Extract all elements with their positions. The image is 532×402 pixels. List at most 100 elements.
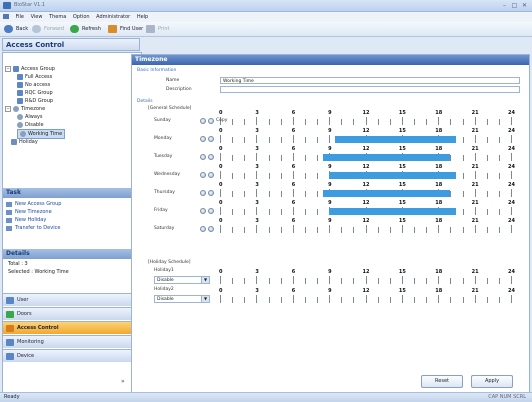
menu-option[interactable]: Option — [73, 12, 90, 22]
menu-administrator[interactable]: Administrator — [96, 12, 130, 22]
refresh-button[interactable]: Refresh — [70, 24, 101, 34]
reset-button[interactable]: Reset — [421, 375, 463, 388]
schedule-bar[interactable] — [329, 208, 457, 215]
tick-label: 18 — [435, 200, 443, 206]
paste-icon[interactable] — [208, 154, 214, 160]
timeline-track[interactable] — [220, 207, 512, 215]
tree-item-timezone[interactable]: − Timezone — [5, 105, 45, 113]
nav-doors[interactable]: Doors — [3, 307, 141, 320]
timeline-tick — [498, 191, 500, 197]
timeline-tick — [462, 191, 464, 197]
nav-device[interactable]: Device — [3, 349, 141, 362]
tree-item-disable[interactable]: Disable — [17, 121, 44, 129]
timeline-tick — [438, 225, 440, 233]
timeline-tick — [244, 227, 246, 233]
timeline-tick — [365, 295, 367, 303]
timeline-tick — [474, 171, 476, 179]
menu-view[interactable]: View — [31, 12, 43, 22]
tree-item-rd-group[interactable]: R&D Group — [17, 97, 53, 105]
copy-icon[interactable] — [200, 154, 206, 160]
timeline-track[interactable] — [220, 117, 512, 125]
tree-item-holiday[interactable]: Holiday — [11, 138, 38, 146]
holiday1-select[interactable]: Disable ▼ — [154, 276, 210, 284]
copy-icon[interactable] — [200, 118, 206, 124]
schedule-bar[interactable] — [323, 154, 451, 161]
paste-icon[interactable] — [208, 136, 214, 142]
task-new-holiday[interactable]: New Holiday — [6, 217, 46, 224]
schedule-bar[interactable] — [329, 172, 457, 179]
back-button[interactable]: Back — [4, 24, 28, 34]
window-title: BioStar V1.1 — [14, 2, 46, 8]
collapse-icon[interactable]: − — [5, 105, 11, 112]
holiday-schedule-heading: [Holiday Schedule] — [148, 260, 191, 265]
menu-help[interactable]: Help — [137, 12, 148, 22]
timeline-tick — [498, 209, 500, 215]
timeline-tick — [280, 227, 282, 233]
chevron-down-icon[interactable]: ▼ — [201, 296, 209, 302]
forward-button[interactable]: Forward — [32, 24, 64, 34]
name-field[interactable]: Working Time — [220, 77, 520, 84]
schedule-bar[interactable] — [335, 136, 457, 143]
tick-label: 24 — [508, 200, 515, 206]
timeline-track[interactable] — [220, 171, 512, 179]
copy-label: Copy — [216, 118, 228, 123]
timeline-track[interactable] — [220, 135, 512, 143]
schedule-bar[interactable] — [323, 190, 451, 197]
timeline-tick — [486, 137, 488, 143]
paste-icon[interactable] — [208, 226, 214, 232]
close-button[interactable]: ✕ — [520, 2, 529, 9]
collapse-icon[interactable]: − — [5, 65, 11, 72]
timeline-track[interactable] — [220, 189, 512, 197]
tick-label: 18 — [435, 182, 443, 188]
description-field[interactable] — [220, 86, 520, 93]
holiday2-select[interactable]: Disable ▼ — [154, 295, 210, 303]
minimize-button[interactable]: – — [500, 2, 509, 9]
expand-more-icon[interactable]: » — [121, 378, 125, 385]
timeline-track[interactable] — [220, 295, 512, 303]
tick-label: 18 — [435, 269, 443, 275]
timeline-track[interactable] — [220, 276, 512, 284]
timeline-track[interactable] — [220, 225, 512, 233]
timeline-tick — [304, 173, 306, 179]
copy-icon[interactable] — [200, 136, 206, 142]
paste-icon[interactable] — [208, 118, 214, 124]
tick-label: 0 — [219, 110, 223, 116]
timeline-track[interactable] — [220, 153, 512, 161]
tick-label: 0 — [219, 146, 223, 152]
task-new-access-group[interactable]: New Access Group — [6, 201, 61, 208]
menu-thema[interactable]: Thema — [49, 12, 66, 22]
tree-item-full-access[interactable]: Full Access — [17, 73, 52, 81]
maximize-button[interactable]: □ — [510, 2, 519, 9]
paste-icon[interactable] — [208, 208, 214, 214]
nav-access-control[interactable]: Access Control — [3, 321, 141, 334]
tree-item-rqc-group[interactable]: RQC Group — [17, 89, 53, 97]
copy-icon[interactable] — [200, 190, 206, 196]
tree-item-always[interactable]: Always — [17, 113, 43, 121]
task-new-timezone[interactable]: New Timezone — [6, 209, 52, 216]
timeline-tick — [317, 227, 318, 233]
print-button[interactable]: Print — [146, 24, 170, 34]
copy-icon[interactable] — [200, 226, 206, 232]
timeline-tick — [268, 173, 270, 179]
general-schedule-heading: [General Schedule] — [148, 106, 192, 111]
copy-icon[interactable] — [200, 208, 206, 214]
tree-item-access-group[interactable]: − Access Group — [5, 65, 55, 73]
timeline-tick — [511, 171, 512, 179]
timeline-tick — [414, 119, 415, 125]
find-user-button[interactable]: Find User — [108, 24, 143, 34]
copy-icon[interactable] — [200, 172, 206, 178]
paste-icon[interactable] — [208, 172, 214, 178]
timeline-tick — [232, 137, 234, 143]
task-transfer-to-device[interactable]: Transfer to Device — [6, 225, 60, 232]
tick-label: 0 — [219, 164, 223, 170]
nav-monitoring[interactable]: Monitoring — [3, 335, 141, 348]
timeline-tick — [244, 297, 246, 303]
timeline-tick — [486, 297, 488, 303]
paste-icon[interactable] — [208, 190, 214, 196]
apply-button[interactable]: Apply — [471, 375, 513, 388]
menu-file[interactable]: File — [16, 12, 24, 22]
chevron-down-icon[interactable]: ▼ — [201, 277, 209, 283]
nav-user[interactable]: User — [3, 293, 141, 306]
tree-item-no-access[interactable]: No access — [17, 81, 50, 89]
timeline-tick — [377, 119, 379, 125]
